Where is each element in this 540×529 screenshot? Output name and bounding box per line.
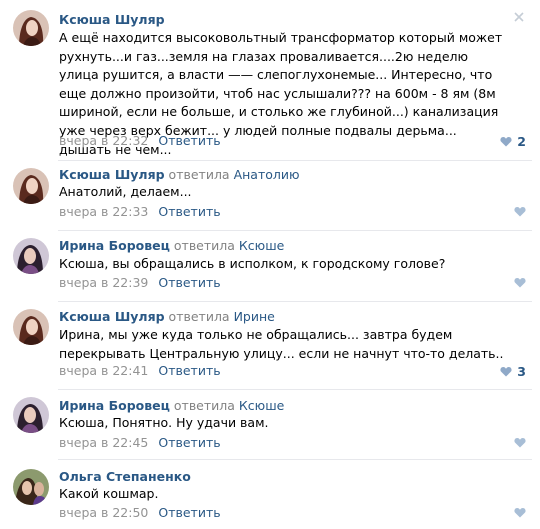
reply-indicator: ответила (168, 167, 230, 182)
reply-button[interactable]: Ответить (158, 505, 220, 520)
comment: Ксюша Шуляр ответила Анатолию Анатолий, … (0, 161, 540, 230)
reply-indicator: ответила (173, 238, 235, 253)
like-button[interactable] (514, 206, 526, 217)
heart-icon (514, 438, 526, 448)
comment-author[interactable]: Ольга Степаненко (59, 469, 191, 484)
reply-indicator: ответила (168, 309, 230, 324)
comment-author[interactable]: Ирина Боровец (59, 398, 170, 413)
comment-author[interactable]: Ксюша Шуляр (59, 167, 165, 182)
comment-date[interactable]: вчера в 22:39 (59, 275, 148, 290)
like-button[interactable] (514, 437, 526, 448)
comment: Ксюша Шуляр А ещё находится высоковольтн… (0, 0, 540, 160)
reply-button[interactable]: Ответить (158, 435, 220, 450)
reply-indicator: ответила (173, 398, 235, 413)
avatar[interactable] (13, 238, 49, 274)
reply-target-link[interactable]: Анатолию (234, 167, 300, 182)
avatar[interactable] (13, 168, 49, 204)
comment: Ольга Степаненко Какой кошмар. вчера в 2… (0, 460, 540, 529)
like-button[interactable] (514, 277, 526, 288)
like-button[interactable]: 2 (500, 134, 526, 149)
heart-icon (514, 207, 526, 217)
reply-button[interactable]: Ответить (158, 363, 220, 378)
heart-icon (514, 278, 526, 288)
comment-date[interactable]: вчера в 22:33 (59, 204, 148, 219)
avatar[interactable] (13, 10, 49, 46)
comment-date[interactable]: вчера в 22:45 (59, 435, 148, 450)
avatar[interactable] (13, 469, 49, 505)
comment-text: Какой кошмар. (59, 486, 159, 501)
reply-target-link[interactable]: Ксюше (239, 398, 284, 413)
comment-text: Ирина, мы уже куда только не обращались.… (59, 327, 504, 361)
comment-text: Ксюша, вы обращались в исполком, к город… (59, 256, 446, 271)
reply-button[interactable]: Ответить (158, 133, 220, 148)
like-button[interactable] (514, 507, 526, 518)
comments-thread: Ксюша Шуляр А ещё находится высоковольтн… (0, 0, 540, 529)
comment-date[interactable]: вчера в 22:32 (59, 133, 148, 148)
like-count: 3 (517, 364, 526, 379)
comment: Ксюша Шуляр ответила Ирине Ирина, мы уже… (0, 302, 540, 389)
comment-date[interactable]: вчера в 22:41 (59, 363, 148, 378)
reply-button[interactable]: Ответить (158, 204, 220, 219)
like-count: 2 (517, 134, 526, 149)
like-button[interactable]: 3 (500, 364, 526, 379)
reply-target-link[interactable]: Ксюше (239, 238, 284, 253)
avatar[interactable] (13, 309, 49, 345)
comment-author[interactable]: Ксюша Шуляр (59, 309, 165, 324)
comment: Ирина Боровец ответила Ксюше Ксюша, Поня… (0, 390, 540, 459)
comment-date[interactable]: вчера в 22:50 (59, 505, 148, 520)
comment-author[interactable]: Ирина Боровец (59, 238, 170, 253)
comment-author[interactable]: Ксюша Шуляр (59, 12, 165, 27)
reply-button[interactable]: Ответить (158, 275, 220, 290)
avatar[interactable] (13, 397, 49, 433)
comment-text: Ксюша, Понятно. Ну удачи вам. (59, 415, 269, 430)
heart-icon (514, 508, 526, 518)
heart-icon (500, 367, 512, 377)
comment: Ирина Боровец ответила Ксюше Ксюша, вы о… (0, 231, 540, 301)
comment-text: Анатолий, делаем... (59, 184, 192, 199)
heart-icon (500, 137, 512, 147)
reply-target-link[interactable]: Ирине (234, 309, 275, 324)
close-icon[interactable] (514, 12, 524, 22)
